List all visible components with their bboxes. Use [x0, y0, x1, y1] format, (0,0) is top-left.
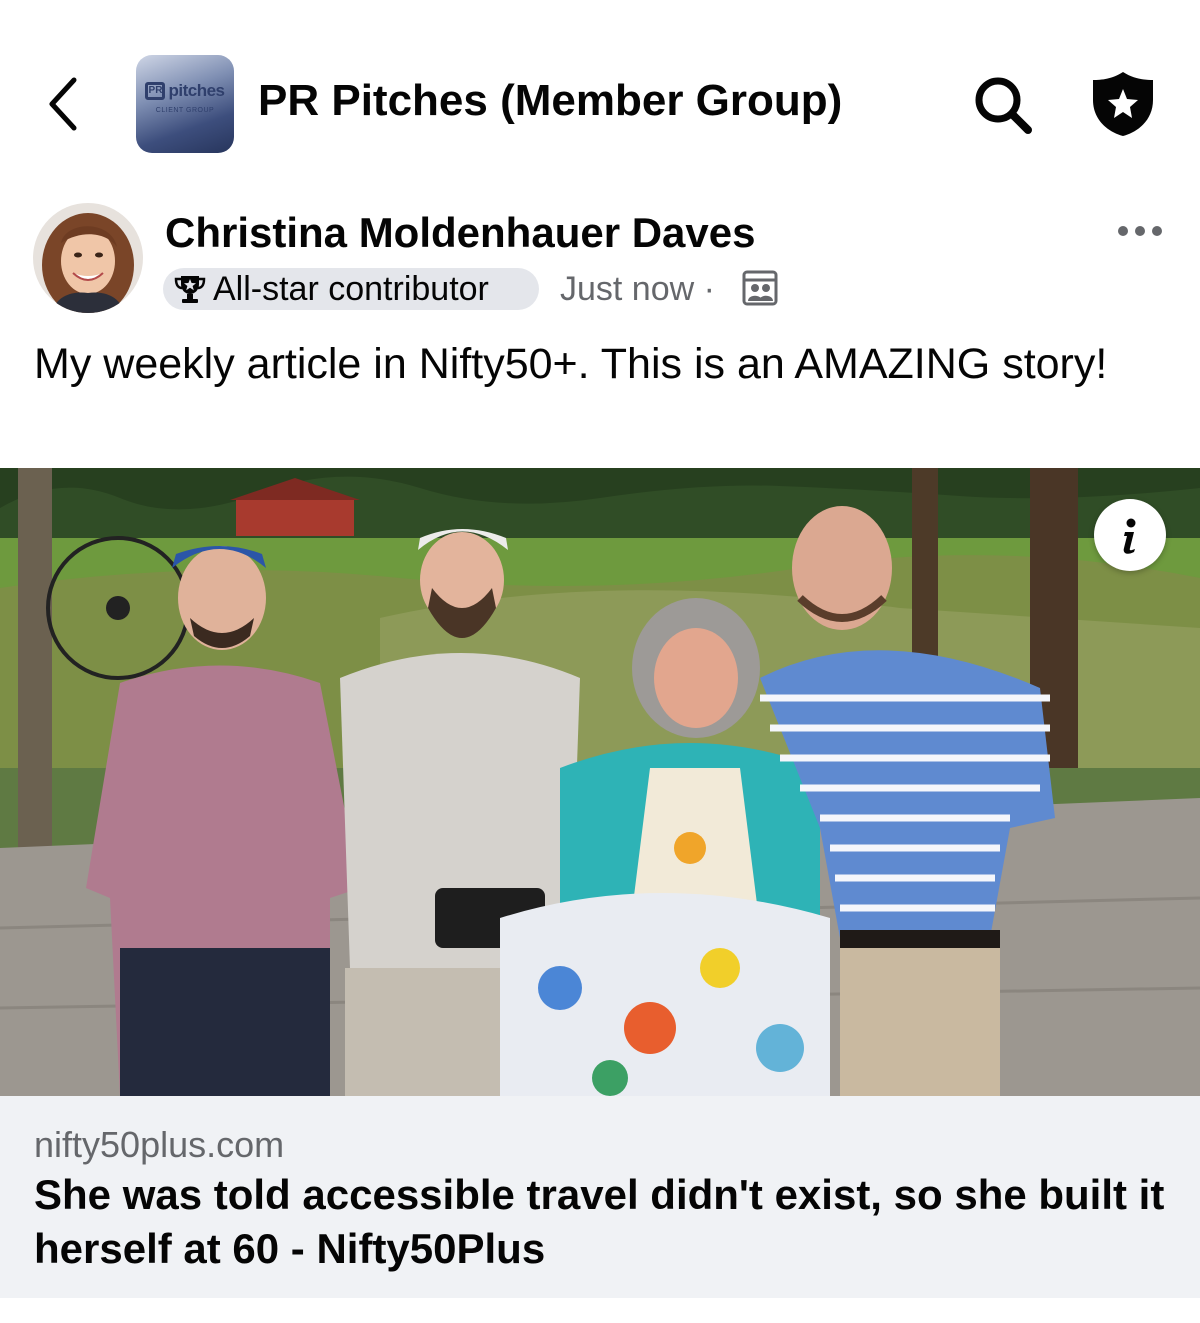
members-group-icon	[742, 270, 778, 306]
logo-wordmark: PR pitches	[142, 79, 228, 103]
search-button[interactable]	[972, 74, 1034, 136]
contributor-badge[interactable]: All-star contributor	[163, 268, 539, 310]
info-icon	[1123, 518, 1136, 554]
author-name[interactable]: Christina Moldenhauer Daves	[165, 209, 755, 257]
shield-star-icon	[1093, 72, 1153, 136]
info-button[interactable]	[1094, 499, 1166, 571]
back-button[interactable]	[40, 74, 92, 134]
logo-mark: PR	[145, 82, 166, 100]
post-text: My weekly article in Nifty50+. This is a…	[34, 340, 1108, 388]
admin-tools-button[interactable]	[1090, 70, 1156, 138]
group-header: PR pitches CLIENT GROUP PR Pitches (Memb…	[0, 0, 1200, 175]
trophy-icon	[174, 276, 206, 303]
group-photo-illustration	[0, 468, 1200, 1096]
post-timestamp[interactable]: Just now ·	[560, 270, 715, 309]
group-logo[interactable]: PR pitches CLIENT GROUP	[136, 55, 234, 153]
chevron-left-icon	[49, 77, 77, 131]
avatar[interactable]	[33, 203, 143, 313]
more-dots-icon	[1118, 226, 1162, 236]
search-icon	[975, 77, 1032, 134]
link-title[interactable]: She was told accessible travel didn't ex…	[34, 1168, 1174, 1276]
author-photo	[33, 203, 143, 313]
group-title[interactable]: PR Pitches (Member Group)	[258, 76, 842, 126]
link-domain[interactable]: nifty50plus.com	[34, 1124, 284, 1166]
more-options-button[interactable]	[1114, 218, 1166, 244]
post-photo[interactable]	[0, 468, 1200, 1096]
logo-word: pitches	[168, 81, 225, 100]
badge-label: All-star contributor	[213, 269, 489, 308]
logo-subtitle: CLIENT GROUP	[155, 107, 215, 114]
